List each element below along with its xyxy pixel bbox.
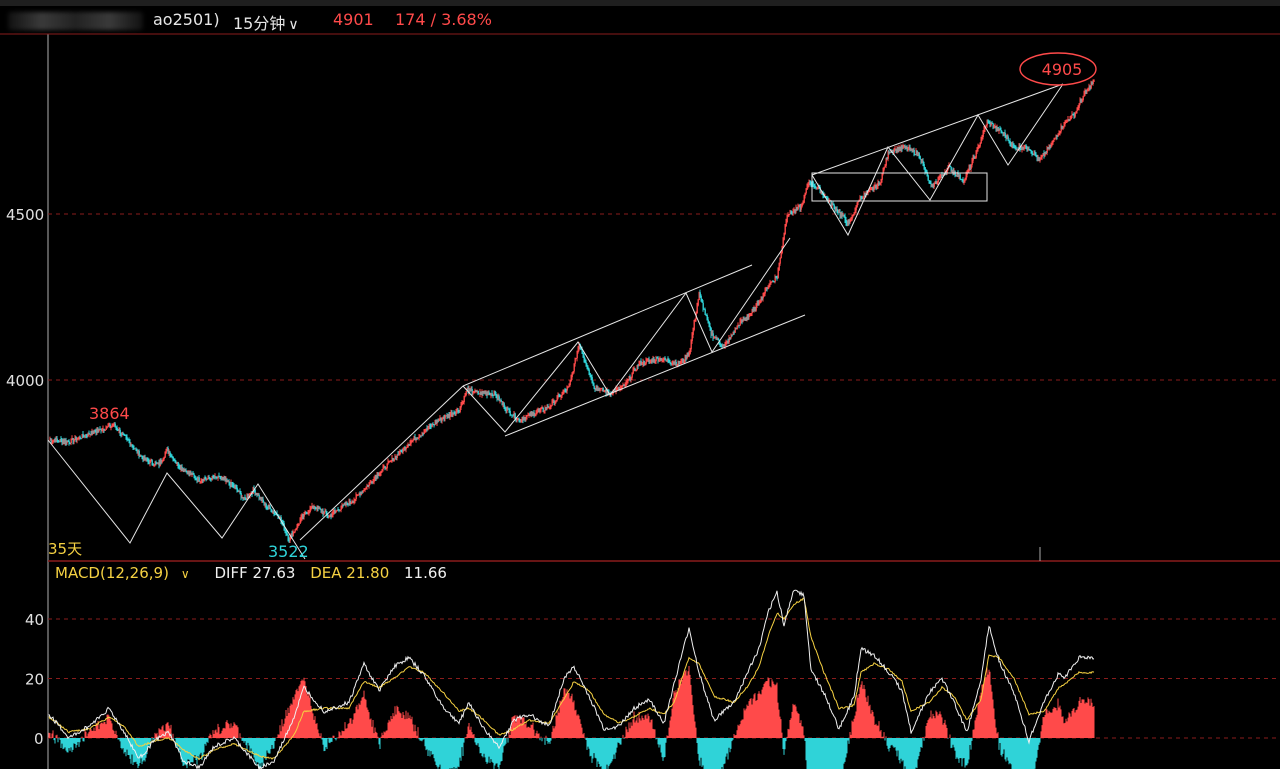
macd-tick-label: 40 <box>25 611 44 629</box>
candle-body <box>805 189 807 194</box>
candle <box>138 449 140 459</box>
candle <box>410 438 412 447</box>
trendline-1[interactable] <box>299 385 464 541</box>
price-annotation-3522: 3522 <box>268 542 309 561</box>
price-annotation-4905: 4905 <box>1042 60 1083 79</box>
candle-body <box>56 438 58 441</box>
candle-body <box>631 373 633 378</box>
trendline-0[interactable] <box>47 439 306 560</box>
trendline-drawings[interactable] <box>47 83 1064 560</box>
chevron-down-icon: ∨ <box>180 567 190 581</box>
candle-body <box>198 477 200 482</box>
candle-body <box>927 175 929 181</box>
candle-body <box>465 391 467 396</box>
candle <box>298 523 300 526</box>
trendline-5[interactable] <box>811 83 1064 176</box>
candle-body <box>923 164 925 168</box>
candle <box>355 492 357 502</box>
price-annotation-3864: 3864 <box>89 404 130 423</box>
candle-body <box>719 342 721 345</box>
price-tick-label: 4000 <box>6 372 44 390</box>
candle-body <box>702 302 704 309</box>
candle <box>1007 134 1009 142</box>
candle-body <box>782 239 784 247</box>
candle-body <box>151 460 153 464</box>
macd-tick-label: 20 <box>25 671 44 689</box>
macd-dea-value: DEA 21.80 <box>310 564 390 582</box>
candle <box>1082 95 1084 102</box>
day-count-label: 35天 <box>48 540 82 558</box>
chart-canvas[interactable]: 4500 4000 3864 3522 4905 35天 40 20 0 <box>0 0 1280 769</box>
candle-body <box>460 405 462 408</box>
candle <box>779 257 781 266</box>
candle <box>405 447 407 453</box>
candle <box>883 166 885 172</box>
macd-axis-ticks: 40 20 0 <box>25 611 44 748</box>
candle <box>919 155 921 160</box>
candle <box>702 300 704 312</box>
candle-body <box>885 158 887 166</box>
candle-body <box>893 150 895 153</box>
price-axis-ticks: 4500 4000 <box>6 206 44 390</box>
candle <box>198 475 200 482</box>
candle <box>927 174 929 181</box>
candle-body <box>913 149 915 155</box>
price-tick-label: 4500 <box>6 206 44 224</box>
candle-body <box>294 529 296 532</box>
candle <box>774 274 776 284</box>
candle-body <box>269 506 271 509</box>
candle-body <box>1007 136 1009 141</box>
macd-grid <box>48 618 1280 739</box>
macd-tick-label: 0 <box>34 730 44 748</box>
candle-body <box>491 393 493 395</box>
candle-body <box>574 358 576 364</box>
macd-name: MACD(12,26,9) <box>55 564 169 582</box>
candle-body <box>697 300 699 306</box>
candle <box>1093 79 1095 82</box>
candle-body <box>777 270 779 279</box>
candle-body <box>1031 151 1033 154</box>
candle-body <box>664 357 666 360</box>
macd-histogram <box>48 665 1095 769</box>
candle-body <box>883 166 885 170</box>
candle-body <box>1069 119 1071 121</box>
candle <box>269 504 271 510</box>
macd-indicator-selector[interactable]: MACD(12,26,9) ∨ <box>55 564 200 582</box>
candle <box>477 390 479 396</box>
candle-body <box>693 321 695 330</box>
trendline-6[interactable] <box>811 83 1064 237</box>
candle <box>1031 150 1033 157</box>
macd-diff-value: DIFF 27.63 <box>214 564 296 582</box>
candle-body <box>621 386 623 388</box>
candle-body <box>1093 80 1095 82</box>
candle-body <box>704 309 706 315</box>
candle-body <box>298 523 300 525</box>
candlestick-series <box>49 79 1095 544</box>
candle-body <box>79 436 81 439</box>
candle-body <box>114 423 116 427</box>
candle-body <box>700 295 702 299</box>
candle <box>712 330 714 342</box>
candle <box>697 299 699 307</box>
candle-body <box>1082 96 1084 101</box>
macd-hist-value: 11.66 <box>404 564 447 582</box>
candle-body <box>593 385 595 389</box>
macd-header: MACD(12,26,9) ∨ DIFF 27.63 DEA 21.80 11.6… <box>55 564 457 582</box>
candle-body <box>588 369 590 373</box>
candle <box>68 439 70 446</box>
chart-frame <box>0 33 1280 769</box>
candle-body <box>696 305 698 314</box>
candle-body <box>707 319 709 322</box>
candle <box>704 307 706 316</box>
candle-body <box>477 391 479 394</box>
candle-body <box>919 156 921 160</box>
trendline-4[interactable] <box>462 237 791 433</box>
candle-body <box>779 257 781 264</box>
candle <box>465 391 467 397</box>
main-grid <box>48 213 1280 381</box>
trendline-3[interactable] <box>504 314 806 437</box>
candle-body <box>784 226 786 235</box>
candle-body <box>959 174 961 179</box>
